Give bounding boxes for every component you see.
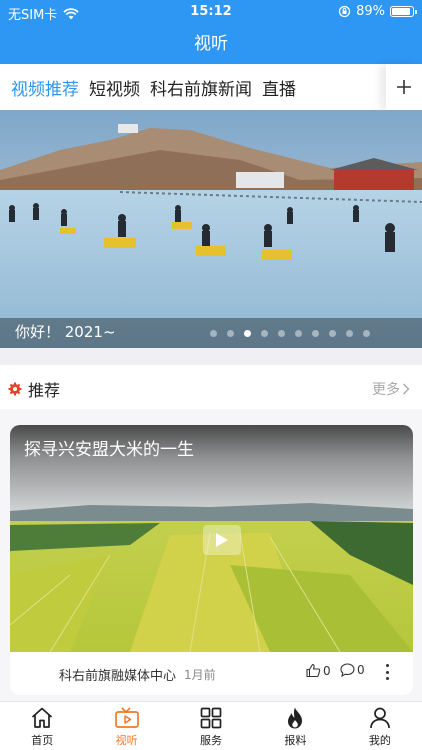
carousel-dot[interactable] xyxy=(261,330,268,337)
fire-icon xyxy=(288,707,303,729)
like-button[interactable]: 0 xyxy=(306,663,331,678)
banner-carousel[interactable]: 你好！ 2021~ xyxy=(0,110,422,348)
video-meta: 科右前旗融媒体中心 1月前 0 0 xyxy=(10,652,413,695)
section-title-wrap: 推荐 xyxy=(8,377,60,401)
play-button[interactable] xyxy=(203,525,241,555)
home-icon xyxy=(32,707,53,728)
carousel-dot[interactable] xyxy=(210,330,217,337)
grid-icon xyxy=(200,707,222,729)
user-icon xyxy=(369,707,390,729)
status-bar: 无SIM卡 15:12 89% xyxy=(0,0,422,24)
nav-bar: 视听 xyxy=(0,24,422,64)
video-title: 探寻兴安盟大米的一生 xyxy=(24,440,194,460)
tabbar-label: 服务 xyxy=(200,734,223,747)
video-source: 科右前旗融媒体中心 xyxy=(59,669,177,684)
carousel-dot[interactable] xyxy=(278,330,285,337)
battery-icon xyxy=(390,6,417,17)
recommend-section-header: 推荐 更多 xyxy=(0,365,422,409)
more-link[interactable]: 更多 xyxy=(372,379,410,399)
video-date: 1月前 xyxy=(184,668,216,682)
carousel-indicator xyxy=(210,330,370,337)
bottom-tab-bar: 首页 视听 服务 报料 我的 xyxy=(0,701,422,750)
section-title: 推荐 xyxy=(28,381,61,400)
status-right: 89% xyxy=(338,4,417,19)
category-tabs: 视频推荐 短视频 科右前旗新闻 直播 xyxy=(0,64,422,110)
thumbs-up-icon xyxy=(306,663,321,678)
chevron-right-icon xyxy=(403,383,410,395)
video-tv-icon xyxy=(114,707,139,728)
tabbar-label: 报料 xyxy=(284,734,307,747)
battery-fill xyxy=(392,8,410,15)
page-title: 视听 xyxy=(194,34,228,54)
tab-local-news[interactable]: 科右前旗新闻 xyxy=(150,75,252,100)
carousel-dot[interactable] xyxy=(244,330,251,337)
banner-image xyxy=(0,110,422,348)
carousel-dot[interactable] xyxy=(363,330,370,337)
banner-caption: 你好！ 2021~ xyxy=(15,323,116,341)
like-count: 0 xyxy=(323,663,331,678)
tabbar-label: 我的 xyxy=(368,734,391,747)
orientation-lock-icon xyxy=(338,5,351,18)
add-channel-button[interactable] xyxy=(386,64,422,110)
tabbar-item-service[interactable]: 服务 xyxy=(169,702,253,750)
recommend-badge-icon xyxy=(8,382,22,396)
play-icon xyxy=(216,533,228,547)
tab-video-recommend[interactable]: 视频推荐 xyxy=(11,75,79,100)
comment-count: 0 xyxy=(357,663,365,677)
tabbar-item-home[interactable]: 首页 xyxy=(0,702,84,750)
tabbar-label: 视听 xyxy=(115,734,138,747)
carousel-dot[interactable] xyxy=(295,330,302,337)
carousel-dot[interactable] xyxy=(329,330,336,337)
carousel-dot[interactable] xyxy=(227,330,234,337)
tabbar-item-video[interactable]: 视听 xyxy=(84,702,168,750)
tabbar-item-report[interactable]: 报料 xyxy=(253,702,337,750)
plus-icon xyxy=(397,80,411,94)
carousel-dot[interactable] xyxy=(312,330,319,337)
tabbar-label: 首页 xyxy=(31,734,54,747)
tab-live[interactable]: 直播 xyxy=(262,75,296,100)
more-label: 更多 xyxy=(372,382,400,398)
battery-percent: 89% xyxy=(356,4,385,19)
tabbar-item-profile[interactable]: 我的 xyxy=(338,702,422,750)
video-card[interactable]: 探寻兴安盟大米的一生 科右前旗融媒体中心 1月前 0 0 xyxy=(10,425,413,695)
comment-icon xyxy=(340,663,355,677)
comment-button[interactable]: 0 xyxy=(340,663,365,677)
tab-short-video[interactable]: 短视频 xyxy=(89,75,140,100)
more-options-icon[interactable] xyxy=(382,661,392,683)
carousel-dot[interactable] xyxy=(346,330,353,337)
tab-list: 视频推荐 短视频 科右前旗新闻 直播 xyxy=(11,64,381,110)
